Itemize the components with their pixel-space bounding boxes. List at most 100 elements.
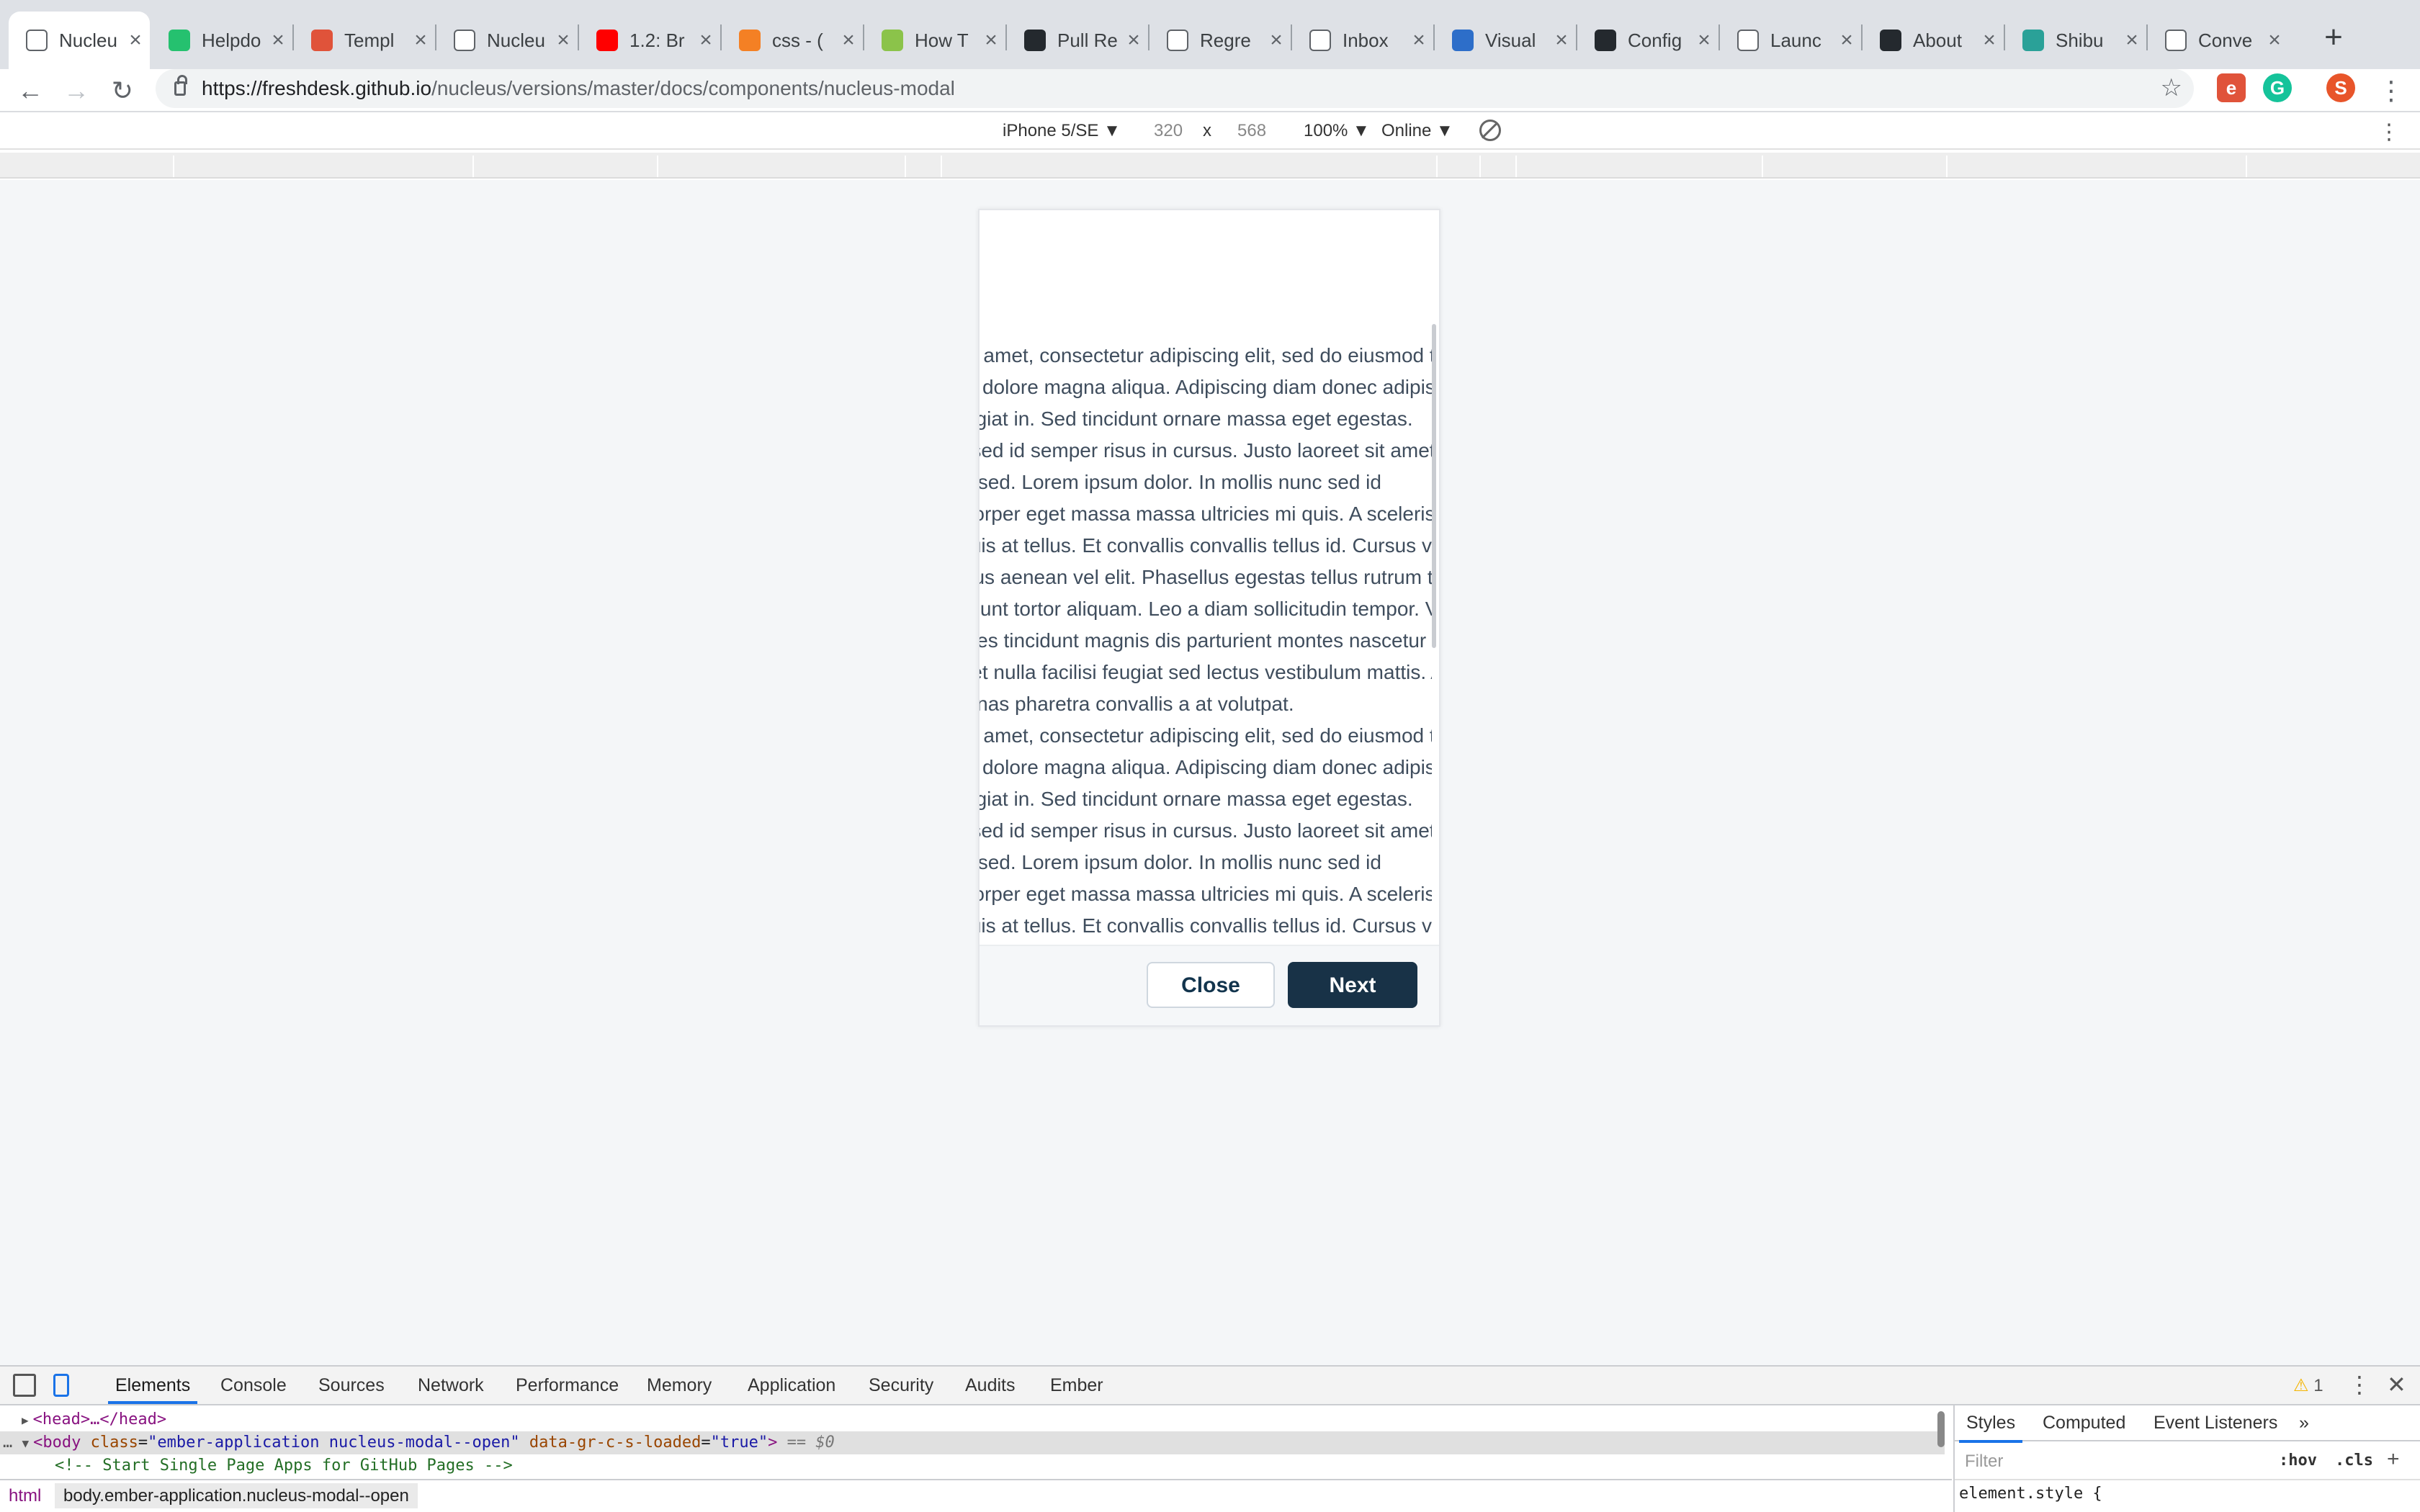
tab-close-icon[interactable]: × — [549, 28, 578, 53]
body-tag-close: > — [768, 1434, 778, 1452]
breadcrumb-body[interactable]: body.ember-application.nucleus-modal--op… — [55, 1483, 418, 1508]
github-icon — [1595, 30, 1616, 51]
zoom-select[interactable]: 100% ▼ — [1304, 121, 1370, 141]
media-query-bar[interactable] — [0, 153, 2420, 179]
body-attr-name: class — [90, 1434, 138, 1452]
class-toggle[interactable]: .cls — [2335, 1452, 2373, 1470]
media-query-divider — [657, 156, 658, 177]
media-query-divider — [1479, 156, 1481, 177]
tab-close-icon[interactable]: × — [1690, 28, 1718, 53]
device-toolbar-menu-icon[interactable]: ⋮ — [2378, 120, 2400, 145]
new-style-rule-icon[interactable]: + — [2387, 1447, 2400, 1472]
tab-close-icon[interactable]: × — [691, 28, 720, 53]
collapse-triangle-icon[interactable]: ▼ — [22, 1436, 30, 1450]
media-query-divider — [2246, 156, 2247, 177]
expand-triangle-icon[interactable]: ▶ — [22, 1413, 29, 1427]
tab-close-icon[interactable]: × — [1975, 28, 2004, 53]
tab-title: Templ — [344, 29, 395, 51]
tab-styles[interactable]: Styles — [1958, 1413, 2023, 1443]
browser-tab[interactable]: Pull Re × — [1007, 12, 1148, 69]
network-throttle-select[interactable]: Online ▼ — [1381, 121, 1453, 141]
browser-tab[interactable]: Launc × — [1720, 12, 1861, 69]
tab-sources[interactable]: Sources — [318, 1375, 385, 1396]
tab-audits[interactable]: Audits — [965, 1375, 1015, 1396]
grammarly-icon[interactable]: G — [2263, 73, 2292, 102]
browser-tab[interactable]: css - (× — [722, 12, 863, 69]
device-select[interactable]: iPhone 5/SE ▼ — [1003, 121, 1121, 141]
tab-close-icon[interactable]: × — [977, 28, 1005, 53]
tab-console[interactable]: Console — [220, 1375, 287, 1396]
browser-tab[interactable]: Shibu × — [2005, 12, 2146, 69]
back-icon[interactable]: ← — [13, 73, 48, 108]
tab-close-icon[interactable]: × — [2260, 28, 2289, 53]
tab-close-icon[interactable]: × — [834, 28, 863, 53]
styles-filter-input[interactable]: Filter — [1965, 1452, 2003, 1472]
browser-tab[interactable]: How T × — [864, 12, 1005, 69]
freshdesk-icon — [169, 30, 190, 51]
modal-body[interactable]: Lorem ipsum dolor sit amet, consectetur … — [980, 324, 1432, 949]
reload-icon[interactable]: ↻ — [105, 73, 140, 108]
dom-comment-node[interactable]: <!-- Start Single Page Apps for GitHub P… — [0, 1454, 1945, 1477]
profile-avatar[interactable]: S — [2326, 73, 2355, 102]
tab-close-icon[interactable]: × — [1404, 28, 1433, 53]
tab-close-icon[interactable]: × — [121, 28, 150, 53]
browser-tab[interactable]: Regre × — [1150, 12, 1291, 69]
bookmark-star-icon[interactable]: ☆ — [2161, 73, 2182, 102]
forward-icon[interactable]: → — [59, 73, 94, 108]
browser-tab[interactable]: Nucleu × — [436, 12, 578, 69]
elements-scrollbar[interactable] — [1937, 1411, 1945, 1447]
tab-elements[interactable]: Elements — [107, 1375, 198, 1404]
body-attr-value: "true" — [710, 1434, 768, 1452]
devtools-close-icon[interactable]: ✕ — [2387, 1371, 2406, 1398]
extension-e-icon[interactable]: e — [2217, 73, 2246, 102]
modal-text-line: purus semper eget duis at tellus. Et con… — [980, 914, 1432, 937]
warning-counter[interactable]: ⚠ 1 — [2293, 1375, 2323, 1396]
tab-ember[interactable]: Ember — [1050, 1375, 1103, 1396]
devtools-menu-icon[interactable]: ⋮ — [2348, 1371, 2371, 1398]
tab-memory[interactable]: Memory — [647, 1375, 712, 1396]
body-attr-name: data-gr-c-s-loaded — [529, 1434, 702, 1452]
browser-tab[interactable]: Conve × — [2148, 12, 2289, 69]
browser-tab[interactable]: Nucleu × — [9, 12, 150, 69]
modal-scrollbar[interactable] — [1432, 324, 1436, 648]
tab-security[interactable]: Security — [869, 1375, 933, 1396]
tab-close-icon[interactable]: × — [2118, 28, 2146, 53]
browser-menu-icon[interactable]: ⋮ — [2374, 73, 2408, 108]
breadcrumb: html body.ember-application.nucleus-moda… — [0, 1479, 1952, 1512]
dom-node-body[interactable]: … ▼ <body class="ember-application nucleu… — [0, 1431, 1945, 1454]
browser-tab[interactable]: Config × — [1577, 12, 1718, 69]
browser-tab[interactable]: Templ × — [294, 12, 435, 69]
next-button[interactable]: Next — [1288, 962, 1417, 1008]
device-toggle-icon[interactable] — [53, 1374, 69, 1397]
tab-network[interactable]: Network — [418, 1375, 484, 1396]
devtools-tab-bar: ⚠ 1 ⋮ ✕ Elements Console Sources Network Per… — [0, 1367, 2420, 1405]
hover-state-toggle[interactable]: :hov — [2279, 1452, 2317, 1470]
viewport-height-input[interactable]: 568 — [1237, 121, 1266, 141]
tab-computed[interactable]: Computed — [2043, 1413, 2125, 1434]
tab-close-icon[interactable]: × — [1119, 28, 1148, 53]
tab-event-listeners[interactable]: Event Listeners — [2154, 1413, 2277, 1434]
media-query-divider — [1762, 156, 1763, 177]
breadcrumb-html[interactable]: html — [9, 1486, 41, 1506]
address-bar[interactable]: https://freshdesk.github.io/nucleus/vers… — [156, 69, 2194, 108]
tab-application[interactable]: Application — [748, 1375, 835, 1396]
new-tab-button[interactable]: + — [2312, 16, 2355, 59]
inspect-element-icon[interactable] — [13, 1374, 36, 1397]
browser-tab[interactable]: About × — [1863, 12, 2004, 69]
tab-close-icon[interactable]: × — [1832, 28, 1861, 53]
more-tabs-icon[interactable]: » — [2299, 1413, 2309, 1434]
browser-tab[interactable]: Visual × — [1435, 12, 1576, 69]
tab-close-icon[interactable]: × — [406, 28, 435, 53]
browser-tab[interactable]: Inbox × — [1292, 12, 1433, 69]
close-button[interactable]: Close — [1147, 962, 1275, 1008]
tab-close-icon[interactable]: × — [264, 28, 292, 53]
browser-tab[interactable]: 1.2: Br × — [579, 12, 720, 69]
tab-performance[interactable]: Performance — [516, 1375, 619, 1396]
rotate-icon[interactable] — [1479, 120, 1501, 141]
browser-tab[interactable]: Helpdo × — [151, 12, 292, 69]
tab-close-icon[interactable]: × — [1547, 28, 1576, 53]
viewport-width-input[interactable]: 320 — [1154, 121, 1183, 141]
dom-node-head[interactable]: ▶ <head>…</head> — [0, 1408, 1945, 1431]
tab-close-icon[interactable]: × — [1262, 28, 1291, 53]
modal-text-line: incididunt ut labore et dolore magna ali… — [980, 756, 1432, 778]
